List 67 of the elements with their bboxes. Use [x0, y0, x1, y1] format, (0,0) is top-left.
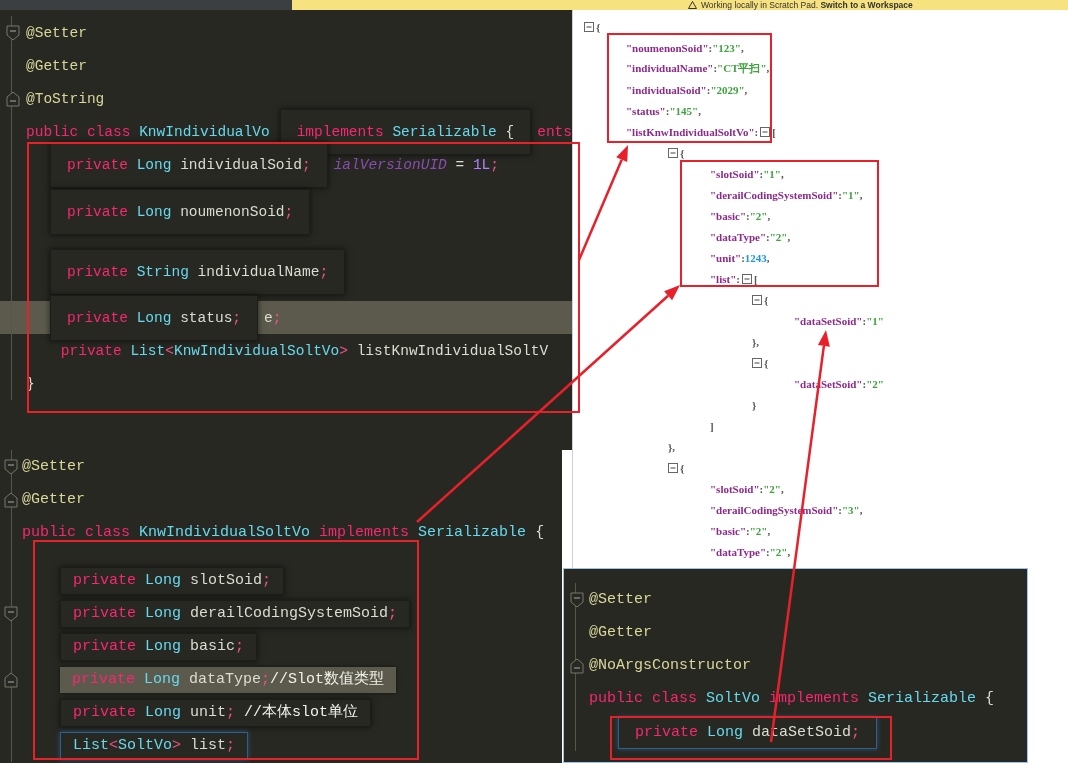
json-line: "basic":"2",	[710, 209, 771, 222]
code-text: @Setter	[26, 23, 87, 43]
json-line: "basic":"2",	[710, 524, 771, 537]
code-text: ents	[537, 122, 572, 142]
json-line: {	[764, 293, 769, 306]
fold-icon[interactable]	[4, 671, 18, 688]
json-line: },	[668, 440, 676, 453]
collapse-icon[interactable]	[752, 357, 762, 368]
fold-icon[interactable]	[4, 605, 18, 622]
code-snippet: private Long unit; //本体slot单位	[60, 698, 372, 727]
fold-icon[interactable]	[4, 458, 18, 475]
collapse-icon[interactable]	[668, 462, 678, 473]
collapse-icon[interactable]	[668, 147, 678, 158]
warning-icon	[688, 1, 697, 9]
json-line: }	[752, 398, 757, 411]
code-snippet: private String individualName;	[50, 249, 346, 295]
json-bracket: [	[772, 125, 776, 138]
code-text: @Setter	[589, 589, 652, 610]
code-text: @Getter	[22, 489, 85, 510]
fold-icon[interactable]	[569, 657, 584, 674]
json-line: "dataSetSoid":"1"	[794, 314, 884, 327]
code-text: @NoArgsConstructor	[589, 655, 752, 676]
code-text: @ToString	[26, 89, 105, 109]
json-line: {	[596, 20, 601, 33]
code-snippet: private Long basic;	[60, 632, 258, 661]
fold-icon[interactable]	[6, 24, 20, 41]
json-line: ]	[710, 419, 714, 432]
code-text: private List<KnwIndividualSoltVo> listKnwIndividualSoltV	[59, 341, 549, 361]
code-snippet: private Long status;	[50, 294, 259, 341]
json-line: "dataType":"2",	[710, 545, 791, 558]
json-line: "individualSoid":"2029",	[626, 83, 748, 96]
code-text: public class KnwIndividualSoltVo implements Serializable {	[22, 522, 545, 543]
json-line: "slotSoid":"2",	[710, 482, 784, 495]
json-line: "derailCodingSystemSoid":"1",	[710, 188, 863, 201]
code-text: @Setter	[22, 456, 85, 477]
code-snippet: private Long dataType;//Slot数值类型	[60, 666, 397, 693]
json-line: "status":"145",	[626, 104, 701, 117]
json-line: "unit":1243,	[710, 251, 770, 264]
code-text: @Getter	[589, 622, 652, 643]
code-snippet: List<SoltVo> list;	[60, 731, 249, 760]
code-text: @Getter	[26, 56, 87, 76]
code-text: public class KnwIndividualVo	[26, 122, 270, 142]
fold-icon[interactable]	[569, 591, 584, 608]
json-line: {	[680, 146, 685, 159]
collapse-icon[interactable]	[584, 21, 594, 32]
json-line: "dataType":"2",	[710, 230, 791, 243]
code-snippet: implements Serializable {	[279, 108, 532, 155]
json-bracket: [	[753, 272, 758, 285]
code-text: ialVersionUID = 1L;	[333, 155, 499, 175]
json-line: {	[680, 461, 685, 474]
json-line: },	[752, 335, 760, 348]
json-line: {	[764, 356, 769, 369]
notice-banner: Working locally in Scratch Pad. Switch to a Workspace	[292, 0, 1068, 10]
json-line: "slotSoid":"1",	[710, 167, 784, 180]
json-line: "list":	[710, 272, 740, 285]
fold-icon[interactable]	[6, 90, 20, 107]
code-snippet: private Long derailCodingSystemSoid;	[60, 599, 411, 628]
code-snippet: private Long slotSoid;	[60, 567, 285, 595]
json-line: "noumenonSoid":"123",	[626, 41, 744, 54]
collapse-icon[interactable]	[760, 126, 771, 137]
json-line: "listKnwIndividualSoltVo":	[626, 125, 759, 138]
code-text: e;	[264, 308, 282, 328]
fold-icon[interactable]	[4, 491, 18, 508]
collapse-icon[interactable]	[741, 273, 752, 284]
json-line: "individualName":"CT平扫",	[626, 61, 770, 76]
code-snippet: private Long noumenonSoid;	[50, 189, 311, 235]
collapse-icon[interactable]	[752, 294, 762, 305]
